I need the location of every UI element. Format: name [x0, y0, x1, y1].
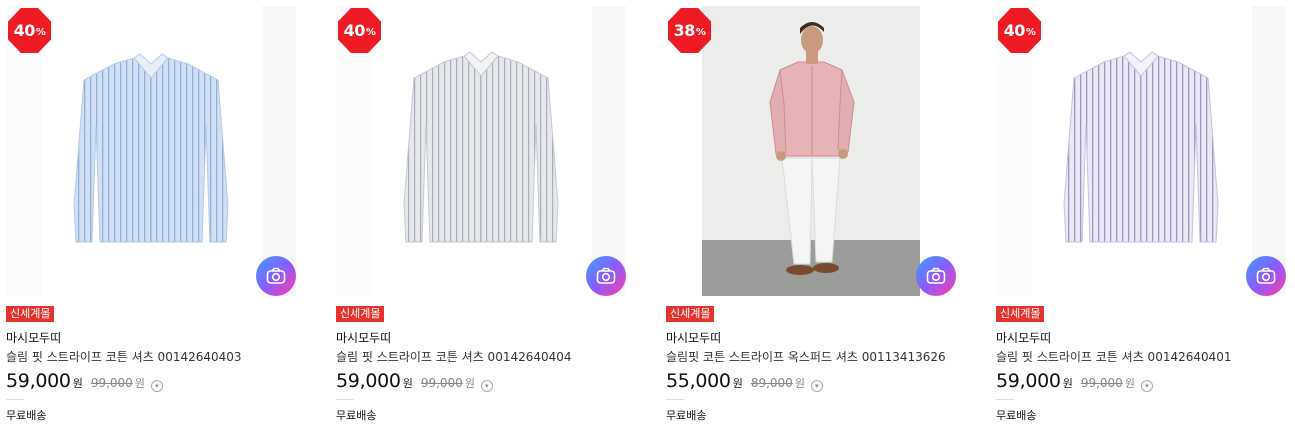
- sale-price: 59,000: [6, 370, 71, 392]
- divider: [996, 399, 1014, 400]
- shirt-photo: [73, 53, 229, 243]
- original-price: 99,000: [1080, 376, 1123, 390]
- mall-tag: 신세계몰: [6, 306, 55, 322]
- price-row: 59,000 원 99,000 원 ▾: [996, 370, 1153, 394]
- discount-value: 40: [343, 21, 366, 40]
- product-name[interactable]: 슬림 핏 스트라이프 코튼 셔츠 00142640403: [6, 348, 242, 365]
- brand-name[interactable]: 마시모두띠: [336, 329, 391, 346]
- product-grid: 40% 신세계몰 마시모두띠 슬림 핏 스트라이프 코튼 셔츠 00142640…: [0, 0, 1295, 439]
- camera-search-button[interactable]: [1246, 256, 1286, 296]
- mall-tag: 신세계몰: [666, 306, 715, 322]
- discount-value: 40: [1003, 21, 1026, 40]
- discount-unit: %: [365, 26, 376, 38]
- price-unit: 원: [402, 377, 413, 390]
- shipping-label: 무료배송: [996, 409, 1037, 422]
- camera-icon: [266, 267, 286, 284]
- discount-badge: 40%: [8, 8, 51, 53]
- original-price: 99,000: [420, 376, 463, 390]
- discount-unit: %: [1025, 26, 1036, 38]
- discount-value: 40: [13, 21, 36, 40]
- original-price-unit: 원: [134, 377, 145, 390]
- original-price: 99,000: [90, 376, 133, 390]
- camera-search-button[interactable]: [916, 256, 956, 296]
- product-card[interactable]: 38% 신세계몰 마시모두띠 슬림핏 코튼 스트라이프 옥스퍼드 셔츠 0011…: [666, 6, 956, 436]
- product-image[interactable]: [666, 6, 956, 296]
- sale-price: 59,000: [996, 370, 1061, 392]
- divider: [666, 399, 684, 400]
- discount-badge: 38%: [668, 8, 711, 53]
- mall-tag: 신세계몰: [336, 306, 385, 322]
- brand-name[interactable]: 마시모두띠: [996, 329, 1051, 346]
- camera-icon: [596, 267, 616, 284]
- brand-name[interactable]: 마시모두띠: [666, 329, 721, 346]
- camera-search-button[interactable]: [256, 256, 296, 296]
- mall-tag: 신세계몰: [996, 306, 1045, 322]
- original-price-unit: 원: [464, 377, 475, 390]
- divider: [6, 399, 24, 400]
- product-image[interactable]: [996, 6, 1286, 296]
- discount-unit: %: [695, 26, 706, 38]
- discount-value: 38: [673, 21, 696, 40]
- product-name[interactable]: 슬림핏 코튼 스트라이프 옥스퍼드 셔츠 00113413626: [666, 348, 946, 365]
- camera-search-button[interactable]: [586, 256, 626, 296]
- original-price-unit: 원: [1124, 377, 1135, 390]
- product-name[interactable]: 슬림 핏 스트라이프 코튼 셔츠 00142640401: [996, 348, 1232, 365]
- product-card[interactable]: 40% 신세계몰 마시모두띠 슬림 핏 스트라이프 코튼 셔츠 00142640…: [336, 6, 626, 436]
- price-unit: 원: [72, 377, 83, 390]
- price-row: 59,000 원 99,000 원 ▾: [6, 370, 163, 394]
- camera-icon: [926, 267, 946, 284]
- shirt-photo: [1063, 51, 1219, 243]
- sale-price: 59,000: [336, 370, 401, 392]
- price-unit: 원: [732, 377, 743, 390]
- product-image[interactable]: [336, 6, 626, 296]
- discount-badge: 40%: [338, 8, 381, 53]
- product-card[interactable]: 40% 신세계몰 마시모두띠 슬림 핏 스트라이프 코튼 셔츠 00142640…: [6, 6, 296, 436]
- info-chevron-icon[interactable]: ▾: [810, 380, 823, 392]
- shirt-photo: [403, 51, 559, 243]
- model-photo: [702, 6, 920, 296]
- price-unit: 원: [1062, 377, 1073, 390]
- camera-icon: [1256, 267, 1276, 284]
- product-card[interactable]: 40% 신세계몰 마시모두띠 슬림 핏 스트라이프 코튼 셔츠 00142640…: [996, 6, 1286, 436]
- divider: [336, 399, 354, 400]
- original-price-unit: 원: [794, 377, 805, 390]
- product-image[interactable]: [6, 6, 296, 296]
- brand-name[interactable]: 마시모두띠: [6, 329, 61, 346]
- shipping-label: 무료배송: [6, 409, 47, 422]
- info-chevron-icon[interactable]: ▾: [480, 380, 493, 392]
- product-name[interactable]: 슬림 핏 스트라이프 코튼 셔츠 00142640404: [336, 348, 572, 365]
- price-row: 59,000 원 99,000 원 ▾: [336, 370, 493, 394]
- shipping-label: 무료배송: [666, 409, 707, 422]
- price-row: 55,000 원 89,000 원 ▾: [666, 370, 823, 394]
- shipping-label: 무료배송: [336, 409, 377, 422]
- info-chevron-icon[interactable]: ▾: [150, 380, 163, 392]
- original-price: 89,000: [750, 376, 793, 390]
- sale-price: 55,000: [666, 370, 731, 392]
- info-chevron-icon[interactable]: ▾: [1140, 380, 1153, 392]
- discount-unit: %: [35, 26, 46, 38]
